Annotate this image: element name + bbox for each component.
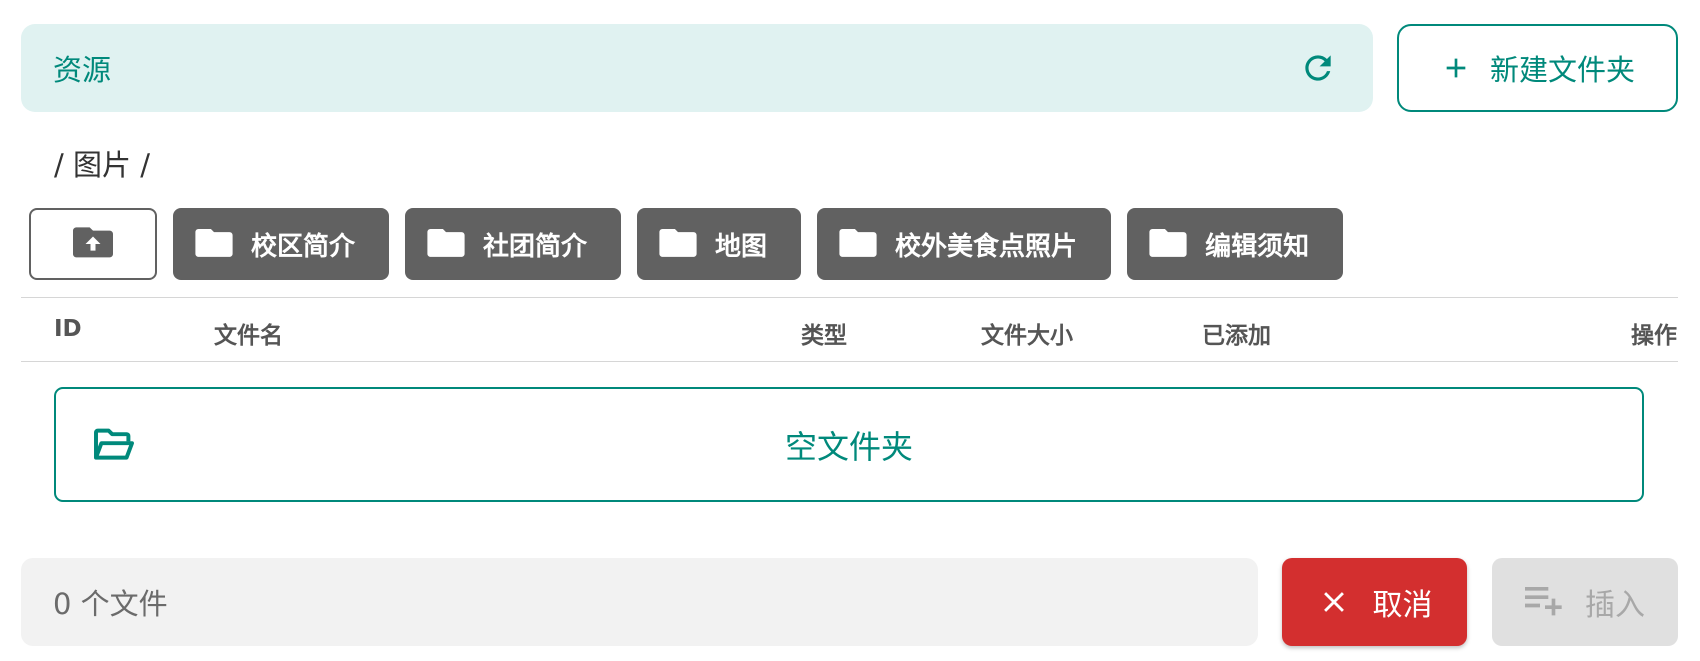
folder-label: 社团简介 bbox=[483, 231, 588, 262]
folder-button-campus-intro[interactable]: 校区简介 bbox=[173, 208, 390, 280]
column-header-size[interactable]: 文件大小 bbox=[981, 316, 1073, 350]
close-icon bbox=[1323, 592, 1344, 612]
new-folder-button[interactable]: 新建文件夹 bbox=[1397, 24, 1678, 112]
empty-folder-text: 空文件夹 bbox=[784, 427, 913, 466]
folder-icon bbox=[1149, 228, 1187, 257]
new-folder-label: 新建文件夹 bbox=[1489, 53, 1635, 87]
file-count: 0 个文件 bbox=[21, 558, 1258, 646]
insert-label: 插入 bbox=[1585, 588, 1645, 623]
column-header-filename[interactable]: 文件名 bbox=[214, 316, 283, 350]
column-header-id[interactable]: ID bbox=[54, 316, 82, 342]
refresh-icon bbox=[1305, 55, 1331, 81]
folder-label: 校区简介 bbox=[251, 231, 356, 262]
folder-icon bbox=[659, 228, 697, 257]
folder-icon bbox=[839, 228, 877, 257]
folder-button-map[interactable]: 地图 bbox=[637, 208, 802, 280]
playlist-add-icon bbox=[1525, 587, 1562, 616]
folder-open-icon bbox=[94, 428, 134, 460]
folder-label: 编辑须知 bbox=[1205, 231, 1310, 262]
column-header-actions: 操作 bbox=[1631, 323, 1677, 349]
folder-button-editing-notes[interactable]: 编辑须知 bbox=[1127, 208, 1344, 280]
cancel-label: 取消 bbox=[1372, 588, 1433, 623]
column-header-type[interactable]: 类型 bbox=[801, 316, 847, 350]
folder-icon bbox=[427, 228, 465, 257]
folder-button-club-intro[interactable]: 社团简介 bbox=[405, 208, 622, 280]
folder-icon bbox=[195, 228, 233, 257]
resource-header-bar: 资源 bbox=[21, 24, 1373, 112]
folder-button-food-photos[interactable]: 校外美食点照片 bbox=[817, 208, 1112, 280]
folder-label: 校外美食点照片 bbox=[895, 231, 1078, 262]
folder-row: 校区简介 社团简介 地图 校外美食点照片 编辑须知 bbox=[29, 208, 1344, 280]
folder-label: 地图 bbox=[715, 231, 768, 262]
insert-button[interactable]: 插入 bbox=[1492, 558, 1678, 646]
refresh-button[interactable] bbox=[1295, 45, 1341, 91]
breadcrumb[interactable]: / 图片 / bbox=[54, 142, 150, 184]
folder-upload-icon bbox=[73, 227, 113, 258]
plus-icon bbox=[1446, 58, 1466, 78]
column-header-added[interactable]: 已添加 bbox=[1202, 316, 1271, 350]
upload-to-parent-button[interactable] bbox=[29, 208, 157, 280]
cancel-button[interactable]: 取消 bbox=[1282, 558, 1467, 646]
empty-folder-box: 空文件夹 bbox=[54, 387, 1644, 502]
header-title: 资源 bbox=[53, 53, 112, 87]
file-table-header: ID 文件名 类型 文件大小 已添加 操作 bbox=[21, 297, 1678, 362]
